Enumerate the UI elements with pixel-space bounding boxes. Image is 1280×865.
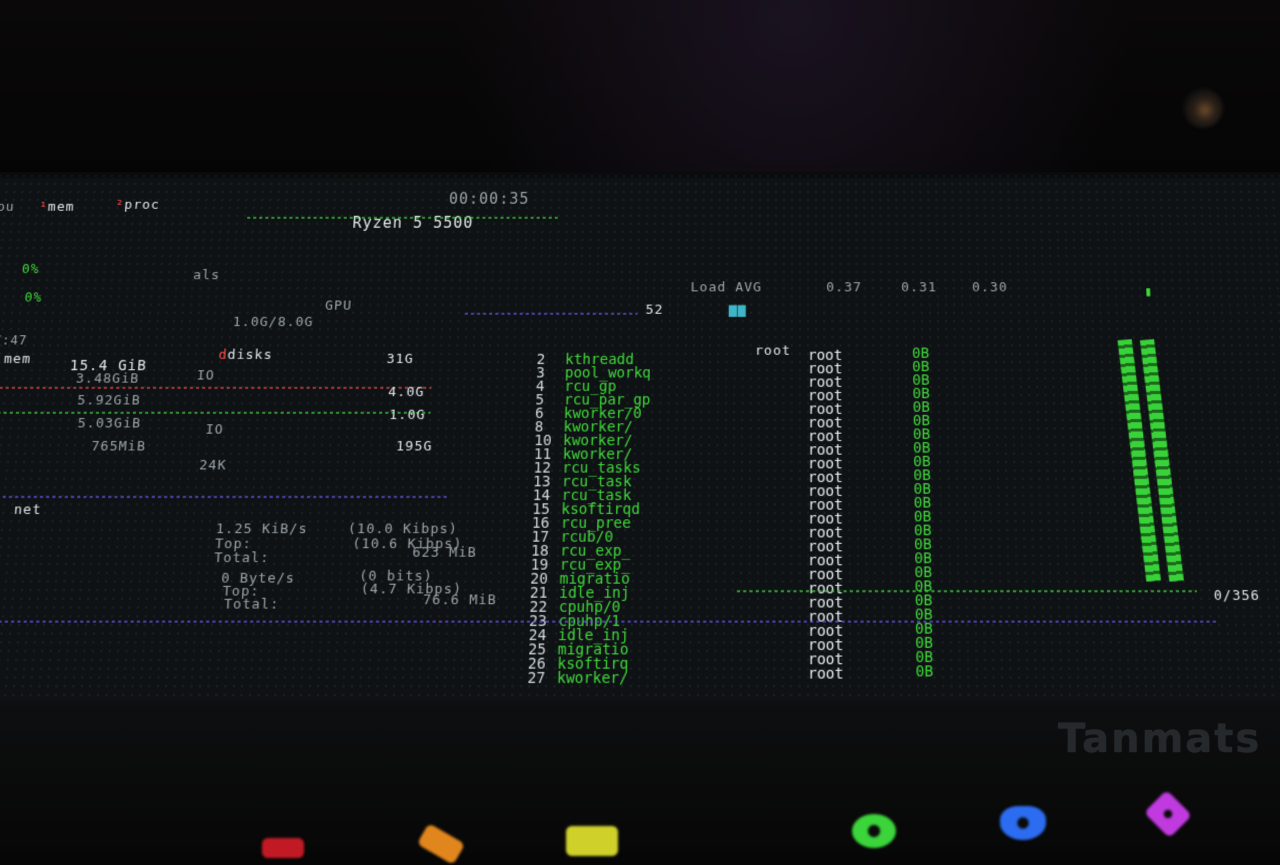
menu-mem[interactable]: ¹mem [38, 200, 75, 215]
cpu-temp: 52 [645, 302, 664, 318]
brand-label: Tanmats [1058, 716, 1262, 762]
disk-size: 1.0G [388, 407, 426, 424]
gpu-label: GPU [324, 298, 353, 314]
red-button[interactable] [262, 838, 304, 858]
cpu-core-indicator: 0% [21, 261, 41, 278]
mem-label: mem [3, 351, 32, 368]
mem-cached: 5.03GiB [77, 415, 142, 432]
process-name: kworker/ [556, 669, 629, 688]
net-upload-total: 76.6 MiB [422, 592, 498, 609]
process-counter: 0/356 [1213, 587, 1261, 605]
cpu-temp-bar: ▆▆ [728, 302, 747, 318]
net-download-bits: (10.0 Kibps) [347, 521, 459, 538]
net-download-total-label: Total: [213, 550, 270, 567]
bottom-border [0, 620, 1220, 623]
net-upload-total-label: Total: [223, 596, 280, 613]
proc-divider [736, 590, 1197, 593]
user-column: root root root root root root root root root root… [807, 348, 844, 683]
mem-free: 765MiB [90, 438, 147, 455]
menu-cpu[interactable]: pu [0, 200, 15, 215]
menu-proc-label: proc [123, 197, 161, 213]
disk-size: 195G [395, 438, 433, 455]
process-name-column: kthreadd pool_workq rcu_gp rcu_par_gp kworke… [556, 352, 652, 688]
disks-label: ddisks [218, 347, 274, 364]
load-avg-label: Load AVG [690, 280, 763, 296]
mem-used: 3.48GiB [75, 371, 140, 387]
disk-io-label: IO [196, 368, 216, 384]
load-avg-1: 0.37 [826, 280, 863, 296]
load-avg-15: 0.30 [971, 280, 1008, 296]
net-label: net [13, 502, 43, 519]
menu-mem-label: mem [47, 199, 76, 215]
mem-column: 0B 0B 0B 0B 0B 0B 0B 0B 0B 0B 0B 0B 0B 0B 0B 0B 0B 0B 0B 0B… [912, 346, 934, 681]
load-avg-5: 0.31 [901, 280, 938, 296]
cpu-graph-line [464, 312, 638, 315]
uptime: 57:47 [0, 333, 28, 348]
menu-proc[interactable]: ²proc [115, 198, 160, 213]
cpu-label: als [192, 268, 221, 284]
disks-label-text: disks [227, 347, 274, 364]
mem-bar [0, 386, 432, 389]
disk-extra: 24K [198, 457, 228, 474]
blue-button[interactable] [1000, 806, 1046, 840]
mem-bar [0, 411, 431, 414]
disk-root-size: 31G [386, 351, 414, 368]
terminal-screen: pu ¹mem ²proc 00:00:35 Ryzen 5 5500 als … [0, 172, 1280, 785]
mem-available: 5.92GiB [76, 393, 142, 409]
pid-column: 2 3 4 5 6 8 10 11 12 13 14 15 16 17 18 19 20 21 22 23 24 25 26… [527, 352, 554, 688]
header-divider [247, 216, 559, 219]
yellow-button[interactable] [566, 826, 618, 856]
disk-size: 4.0G [387, 384, 425, 401]
cpu-indicator: ▮ [1144, 284, 1154, 300]
net-download-total: 623 MiB [412, 544, 477, 562]
net-divider [0, 495, 448, 499]
gpu-memory: 1.0G/8.0G [232, 314, 314, 331]
net-download-rate: 1.25 KiB/s [215, 521, 309, 538]
clock: 00:00:35 [448, 189, 530, 208]
proc-user-header: root [754, 343, 792, 359]
green-button[interactable] [852, 814, 896, 848]
process-mem: 0B [915, 663, 934, 681]
process-pid: 27 [527, 669, 546, 688]
disk-io-label: IO [205, 422, 225, 438]
camera-lens [1183, 88, 1223, 128]
process-user: root [807, 665, 844, 683]
cpu-core-indicator: 0% [23, 290, 43, 306]
